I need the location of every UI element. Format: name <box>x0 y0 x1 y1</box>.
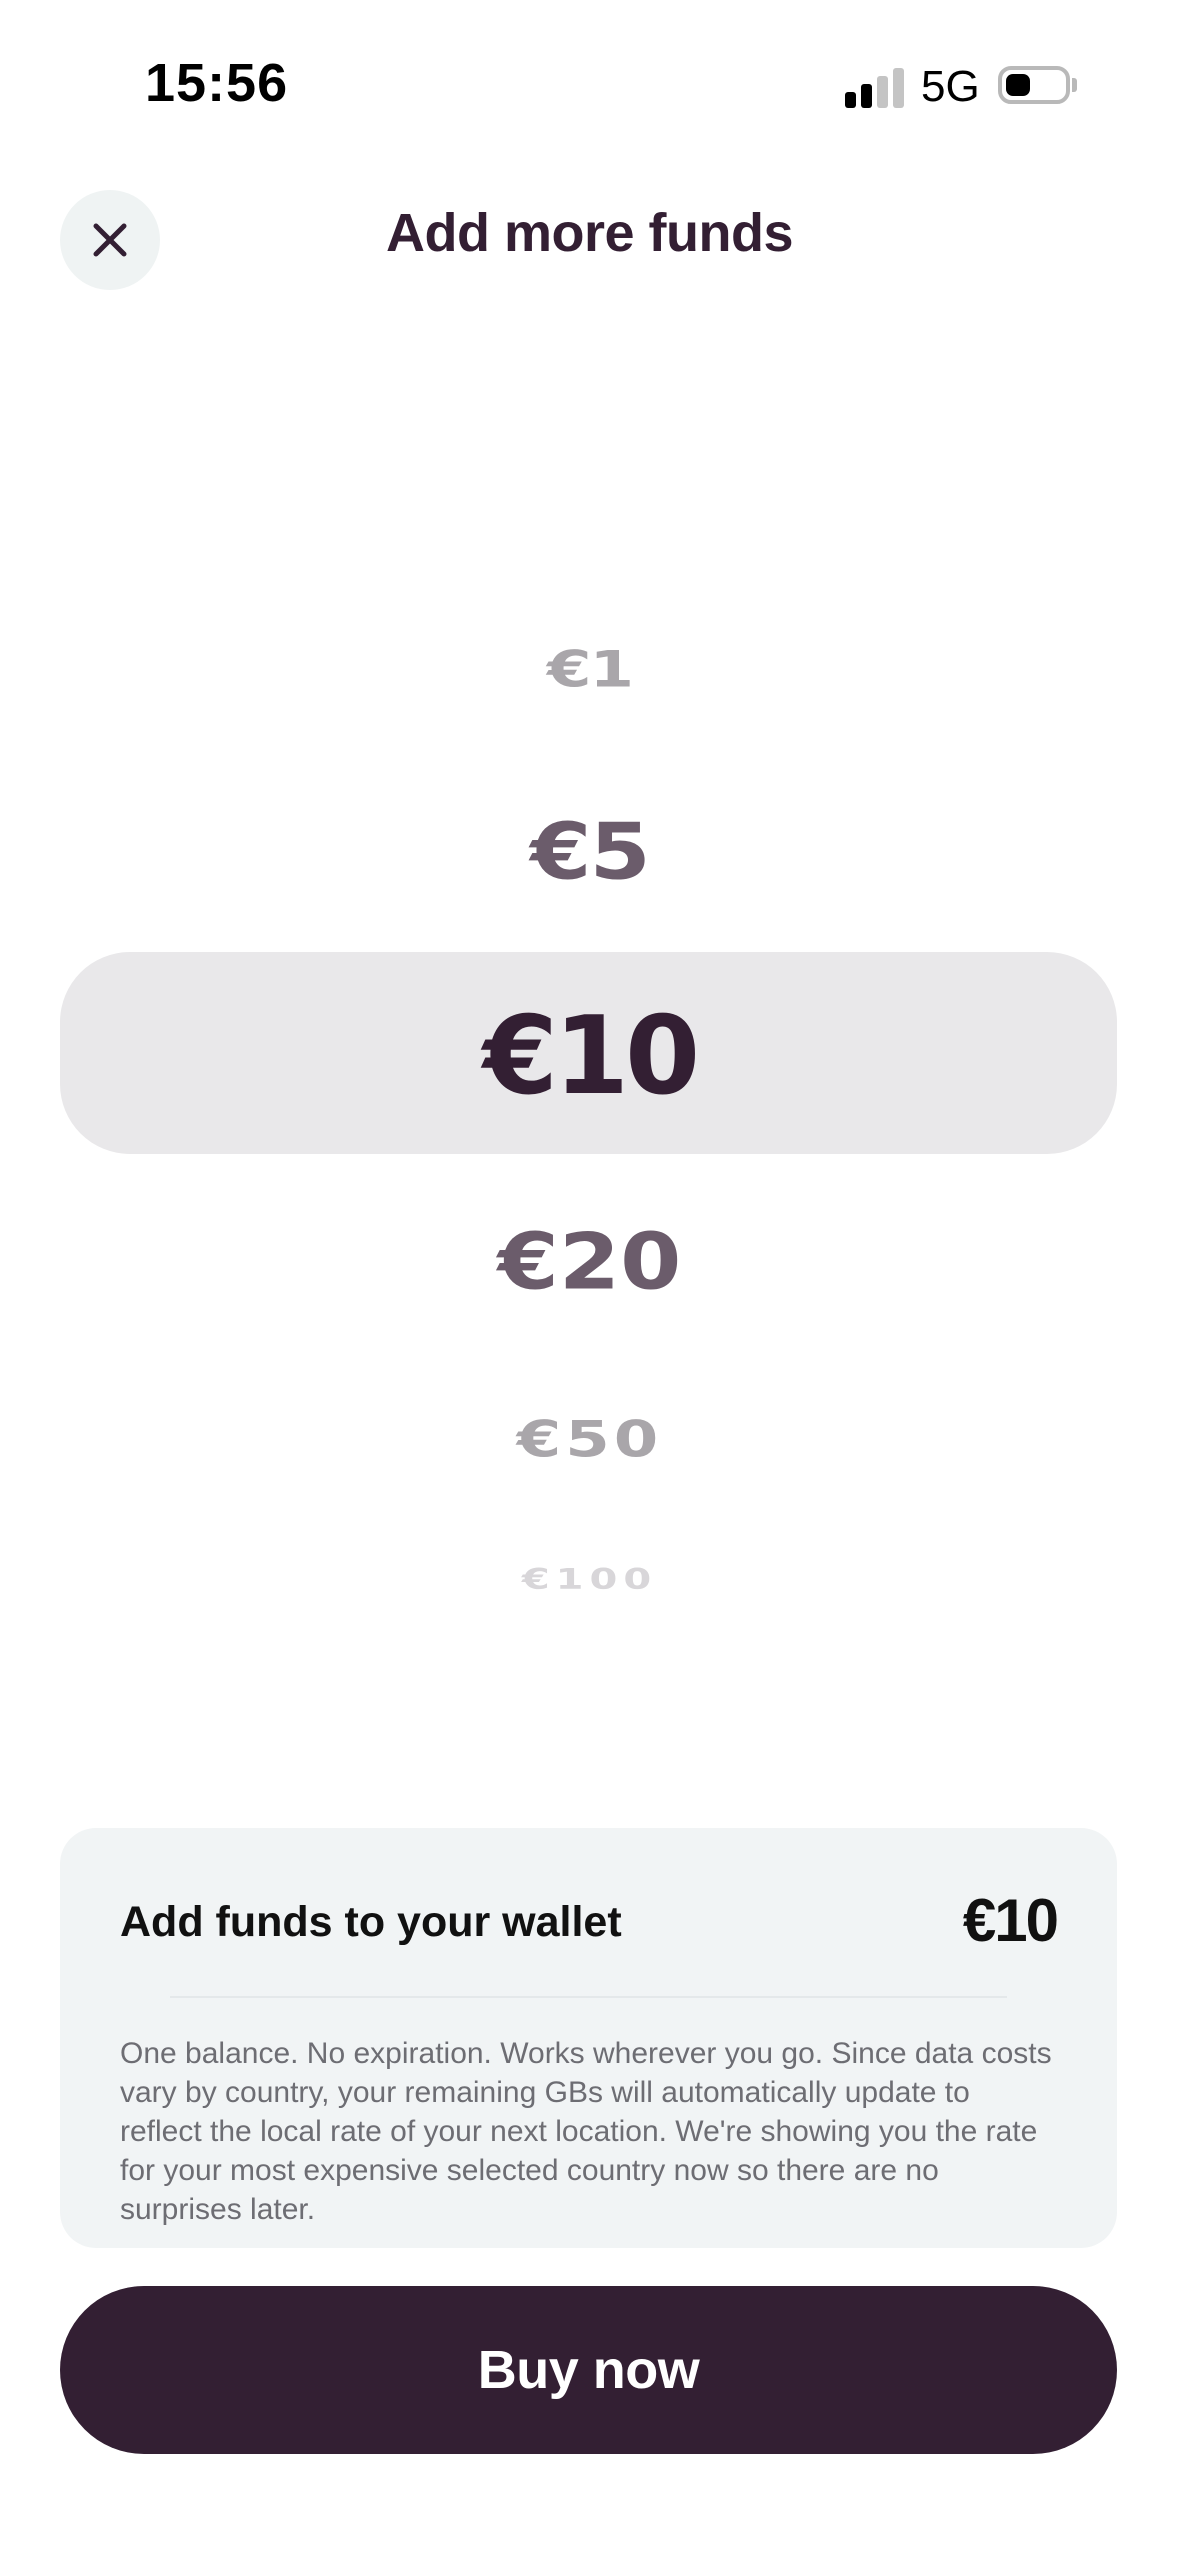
page-title: Add more funds <box>386 203 794 263</box>
picker-option-100[interactable]: €100 <box>0 1566 1179 1594</box>
picker-option-20[interactable]: €20 <box>0 1223 1179 1300</box>
cellular-signal-icon <box>845 66 905 108</box>
divider <box>170 1996 1007 1998</box>
buy-now-label: Buy now <box>477 2340 700 2400</box>
battery-level <box>1006 74 1030 96</box>
buy-now-button[interactable]: Buy now <box>60 2286 1117 2454</box>
signal-bar <box>845 92 856 108</box>
picker-option-1[interactable]: €1 <box>0 645 1179 695</box>
summary-label: Add funds to your wallet <box>120 1898 622 1946</box>
summary-description: One balance. No expiration. Works wherev… <box>120 2037 1052 2226</box>
signal-bar <box>893 68 904 108</box>
status-time: 15:56 <box>145 53 289 113</box>
battery-icon <box>998 66 1070 104</box>
signal-bar <box>861 84 872 108</box>
picker-option-10-selected[interactable]: €10 <box>0 1003 1179 1111</box>
network-type: 5G <box>921 62 980 111</box>
amount-picker[interactable]: €1 €5 €10 €20 €50 €100 <box>0 600 1179 1650</box>
summary-amount: €10 <box>962 1887 1059 1954</box>
picker-option-5[interactable]: €5 <box>0 813 1179 890</box>
picker-option-50[interactable]: €50 <box>0 1415 1179 1465</box>
summary-card: Add funds to your wallet €10 One balance… <box>60 1828 1117 2248</box>
status-bar: 15:56 5G <box>0 0 1179 150</box>
signal-bar <box>877 76 888 108</box>
battery-tip <box>1072 78 1077 92</box>
